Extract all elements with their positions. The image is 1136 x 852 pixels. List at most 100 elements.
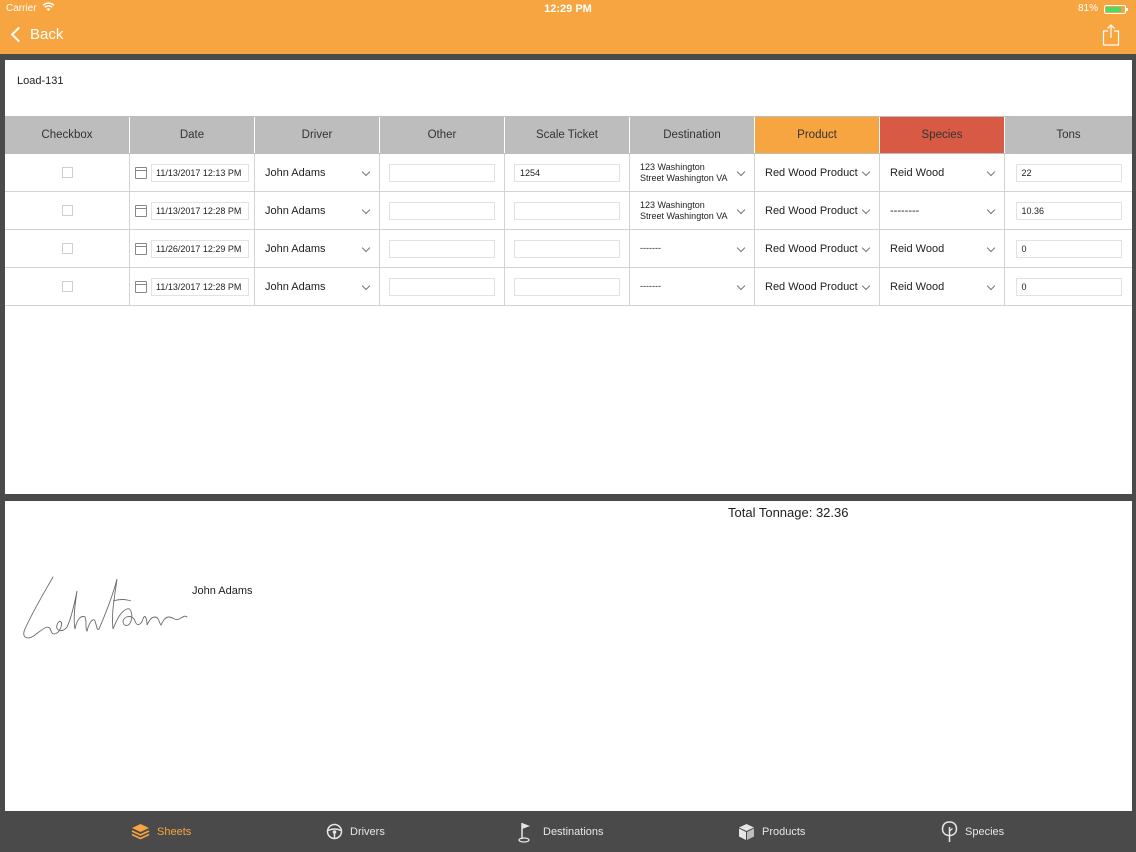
scale-ticket-cell <box>505 192 630 229</box>
tab-species[interactable]: Species <box>941 811 1004 852</box>
status-bar: Carrier 12:29 PM 81% <box>0 0 1136 18</box>
product-dropdown[interactable]: Red Wood Product <box>755 230 880 267</box>
tons-field[interactable]: 0 <box>1015 239 1122 258</box>
date-field[interactable]: 11/13/2017 12:28 PM <box>151 201 249 220</box>
date-field[interactable]: 11/13/2017 12:13 PM <box>151 163 249 182</box>
other-cell <box>380 192 505 229</box>
chevron-down-icon <box>361 243 371 253</box>
chevron-down-icon <box>986 167 996 177</box>
battery-icon <box>1104 5 1128 14</box>
tons-cell: 0 <box>1005 230 1132 267</box>
tab-label: Products <box>762 825 806 838</box>
destination-dropdown[interactable]: ------- <box>630 268 755 305</box>
top-bar: Carrier 12:29 PM 81% Back <box>0 0 1136 54</box>
tons-field[interactable]: 10.36 <box>1015 201 1122 220</box>
table-header: Checkbox Date Driver Other Scale Ticket … <box>5 116 1132 154</box>
checkbox-cell <box>5 268 130 305</box>
chevron-down-icon <box>986 281 996 291</box>
species-dropdown[interactable]: Reid Wood <box>880 268 1005 305</box>
date-cell: 11/13/2017 12:13 PM <box>130 154 255 191</box>
date-field[interactable]: 11/26/2017 12:29 PM <box>151 239 249 258</box>
header-driver: Driver <box>255 117 380 153</box>
table-row: 11/26/2017 12:29 PM John Adams ------- R… <box>5 230 1132 268</box>
calendar-icon[interactable] <box>135 242 147 255</box>
row-checkbox[interactable] <box>61 167 73 178</box>
driver-dropdown[interactable]: John Adams <box>255 230 380 267</box>
driver-dropdown[interactable]: John Adams <box>255 154 380 191</box>
header-checkbox: Checkbox <box>5 117 130 153</box>
destination-dropdown[interactable]: 123 Washington Street Washington VA <box>630 154 755 191</box>
destination-line1: 123 Washington <box>640 199 705 210</box>
tab-bar: Sheets Drivers Destinations Products Spe… <box>0 811 1136 852</box>
battery-percent: 81% <box>1077 3 1098 14</box>
tab-products[interactable]: Products <box>738 811 805 852</box>
signature-card: Total Tonnage: 32.36 John Adams <box>5 501 1132 811</box>
other-field[interactable] <box>389 277 495 296</box>
total-tonnage: Total Tonnage: 32.36 <box>728 505 849 520</box>
date-cell: 11/13/2017 12:28 PM <box>130 192 255 229</box>
row-checkbox[interactable] <box>61 281 73 292</box>
back-button[interactable]: Back <box>10 26 63 43</box>
calendar-icon[interactable] <box>135 166 147 179</box>
row-checkbox[interactable] <box>61 243 73 254</box>
tons-cell: 10.36 <box>1005 192 1132 229</box>
destination-line2: Street Washington VA <box>640 210 728 221</box>
tab-sheets[interactable]: Sheets <box>131 811 191 852</box>
product-dropdown[interactable]: Red Wood Product <box>755 154 880 191</box>
tons-cell: 0 <box>1005 268 1132 305</box>
tab-label: Drivers <box>350 825 385 838</box>
share-icon[interactable] <box>1102 24 1120 46</box>
destination-value: ------- <box>630 281 679 292</box>
header-date: Date <box>130 117 255 153</box>
driver-dropdown[interactable]: John Adams <box>255 192 380 229</box>
species-dropdown[interactable]: Reid Wood <box>880 230 1005 267</box>
chevron-down-icon <box>361 205 371 215</box>
chevron-down-icon <box>861 167 871 177</box>
species-value: Reid Wood <box>890 242 945 255</box>
destination-dropdown[interactable]: 123 Washington Street Washington VA <box>630 192 755 229</box>
product-dropdown[interactable]: Red Wood Product <box>755 192 880 229</box>
destination-value: 123 Washington Street Washington VA <box>630 200 746 222</box>
date-cell: 11/26/2017 12:29 PM <box>130 230 255 267</box>
table-row: 11/13/2017 12:28 PM John Adams ------- R… <box>5 268 1132 306</box>
checkbox-cell <box>5 192 130 229</box>
scale-ticket-field[interactable] <box>514 239 620 258</box>
other-field[interactable] <box>389 163 495 182</box>
other-field[interactable] <box>389 201 495 220</box>
product-value: Red Wood Product <box>765 280 858 293</box>
scale-ticket-field[interactable]: 1254 <box>514 163 620 182</box>
scale-ticket-field[interactable] <box>514 277 620 296</box>
species-dropdown[interactable]: Reid Wood <box>880 154 1005 191</box>
header-other: Other <box>380 117 505 153</box>
tab-drivers[interactable]: Drivers <box>326 811 385 852</box>
sheet-card: Load-131 Checkbox Date Driver Other Scal… <box>5 60 1132 494</box>
destination-line1: ------- <box>640 243 661 253</box>
scale-ticket-cell: 1254 <box>505 154 630 191</box>
flag-icon <box>518 822 530 843</box>
steering-wheel-icon <box>326 823 343 840</box>
species-dropdown[interactable]: -------- <box>880 192 1005 229</box>
product-dropdown[interactable]: Red Wood Product <box>755 268 880 305</box>
driver-dropdown[interactable]: John Adams <box>255 268 380 305</box>
chevron-down-icon <box>861 243 871 253</box>
other-cell <box>380 268 505 305</box>
date-field[interactable]: 11/13/2017 12:28 PM <box>151 277 249 296</box>
table-row: 11/13/2017 12:28 PM John Adams 123 Washi… <box>5 192 1132 230</box>
header-product: Product <box>755 117 880 153</box>
row-checkbox[interactable] <box>61 205 73 216</box>
other-field[interactable] <box>389 239 495 258</box>
tons-field[interactable]: 22 <box>1015 163 1122 182</box>
calendar-icon[interactable] <box>135 280 147 293</box>
chevron-down-icon <box>986 205 996 215</box>
scale-ticket-field[interactable] <box>514 201 620 220</box>
calendar-icon[interactable] <box>135 204 147 217</box>
product-value: Red Wood Product <box>765 166 858 179</box>
header-destination: Destination <box>630 117 755 153</box>
species-value: -------- <box>890 204 920 217</box>
tab-destinations[interactable]: Destinations <box>517 811 604 852</box>
checkbox-cell <box>5 154 130 191</box>
destination-dropdown[interactable]: ------- <box>630 230 755 267</box>
tab-label: Destinations <box>543 825 604 838</box>
tons-field[interactable]: 0 <box>1015 277 1122 296</box>
date-cell: 11/13/2017 12:28 PM <box>130 268 255 305</box>
